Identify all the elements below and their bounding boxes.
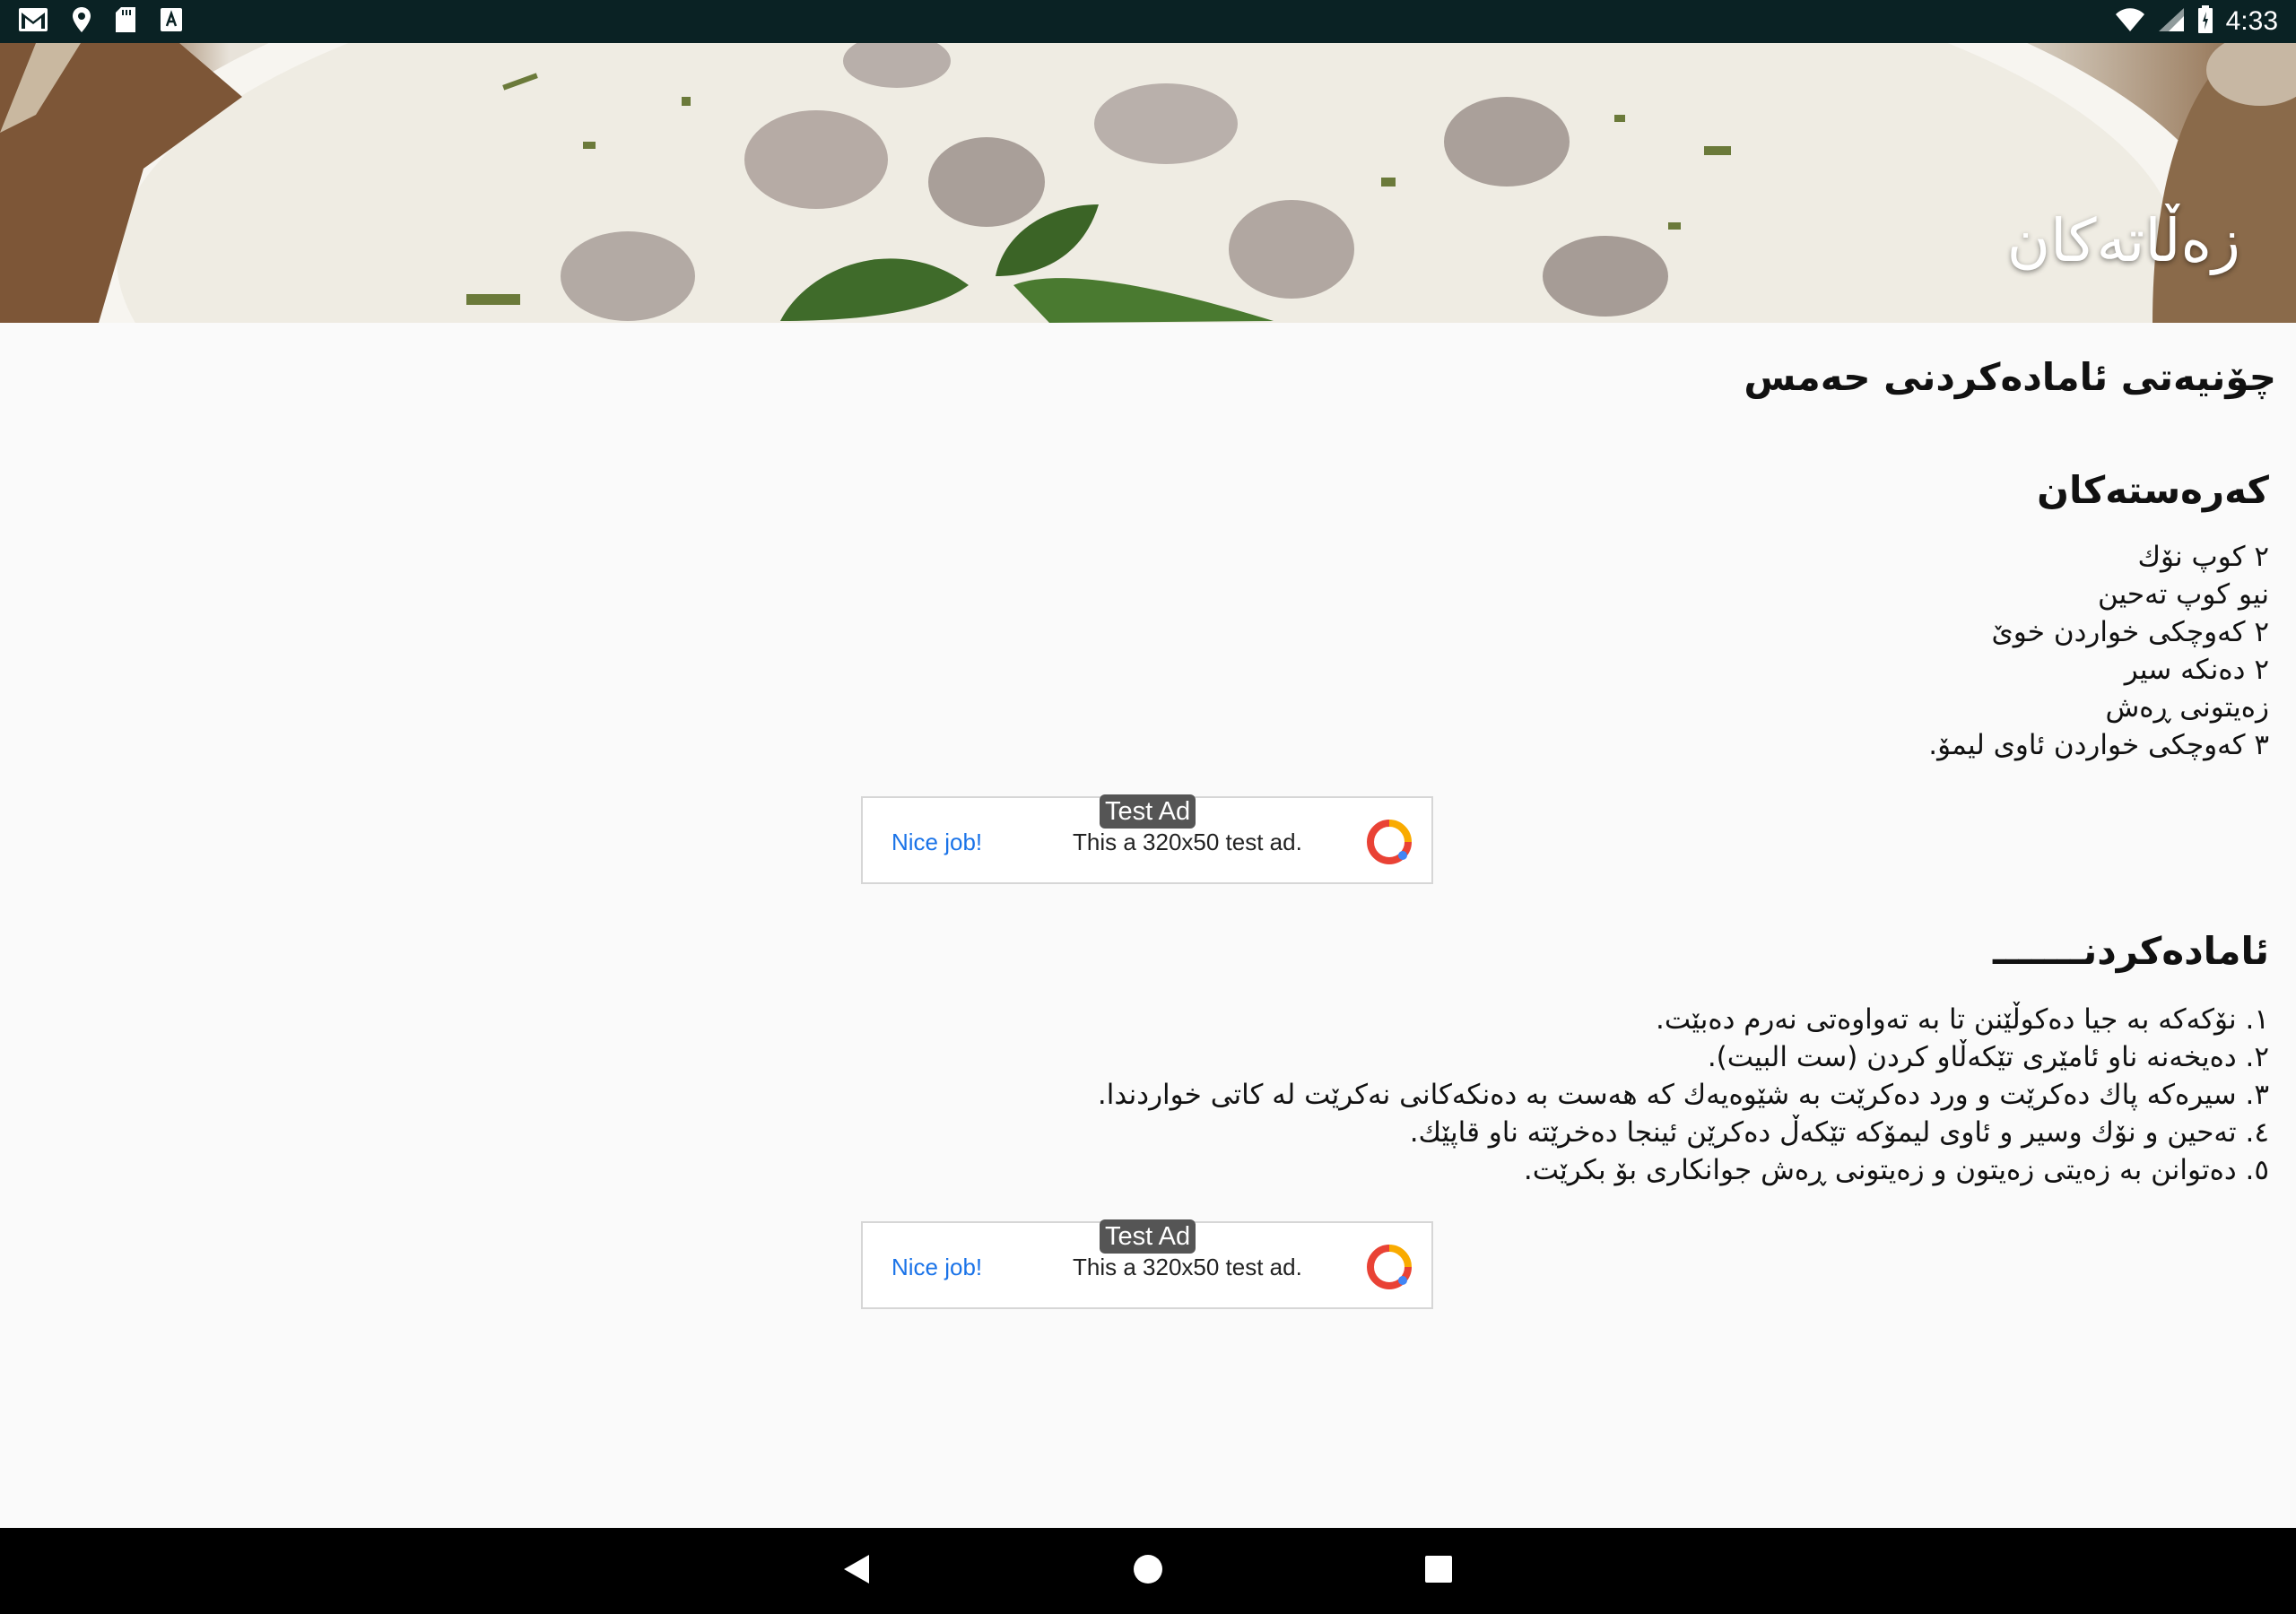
ingredient-item: ٣ کەوچکی خواردن ئاوی لیمۆ. (1928, 729, 2269, 761)
ingredient-item: ٢ دەنکە سیر (2124, 654, 2269, 686)
test-ad-badge: Test Ad (1100, 1219, 1196, 1254)
test-ad-banner[interactable]: Test Ad Nice job! This a 320x50 test ad. (861, 1219, 1433, 1309)
test-ad-badge: Test Ad (1100, 794, 1196, 829)
sd-card-icon (115, 6, 136, 37)
ingredient-item: نیو کوپ تەحین (2097, 578, 2269, 611)
maps-pin-icon (72, 6, 91, 37)
preparation-step: ٤. تەحین و نۆك وسیر و ئاوی لیمۆکە تێکەڵ … (1409, 1116, 2269, 1149)
gmail-icon (18, 7, 48, 36)
navigation-bar (0, 1528, 2296, 1614)
ad-cta-text[interactable]: Nice job! (891, 1254, 982, 1281)
ingredient-item: ٢ کەوچکی خواردن خوێ (1991, 616, 2269, 648)
preparation-step: ٢. دەیخەنە ناو ئامێری تێکەڵاو کردن (ست ا… (1707, 1041, 2269, 1073)
preparation-step: ٣. سیرەکە پاك دەکرێت و ورد دەکرێت بە شێو… (1097, 1079, 2269, 1111)
ingredient-item: زەیتونی ڕەش (2105, 691, 2269, 724)
status-bar: 4:33 (0, 0, 2296, 43)
header-banner: زەڵاتەکان (0, 43, 2296, 323)
preparation-heading: ئامادەکردنـــــــ (1992, 929, 2269, 973)
ad-body-text: This a 320x50 test ad. (1073, 1254, 1302, 1280)
ad-logo-icon (1367, 1245, 1412, 1293)
home-button[interactable] (1105, 1528, 1191, 1614)
ingredient-item: ٢ کوپ نۆك (2137, 541, 2269, 573)
recents-icon (1424, 1555, 1453, 1587)
preparation-step: ١. نۆکەکە بە جیا دەکوڵێنن تا بە تەواوەتی… (1656, 1003, 2269, 1036)
ad-cta-text[interactable]: Nice job! (891, 829, 982, 856)
a-badge-icon (160, 7, 183, 36)
back-button[interactable] (814, 1528, 900, 1614)
wifi-icon (2115, 7, 2145, 36)
recents-button[interactable] (1396, 1528, 1482, 1614)
ad-body-text: This a 320x50 test ad. (1073, 829, 1302, 855)
preparation-step: ٥. دەتوانن بە زەیتی زەیتون و زەیتونی ڕەش… (1523, 1154, 2269, 1186)
battery-icon (2197, 5, 2213, 38)
ingredients-heading: کەرەستەکان (2037, 468, 2269, 512)
home-icon (1132, 1553, 1164, 1589)
recipe-title: چۆنیەتی ئامادەکردنی حەمس (1744, 355, 2276, 399)
ad-logo-icon (1367, 820, 1412, 868)
status-notifications (18, 5, 183, 38)
header-title: زەڵاتەکان (2006, 206, 2240, 275)
status-system-icons: 4:33 (2115, 5, 2278, 38)
header-food-image (0, 43, 2296, 323)
status-time: 4:33 (2225, 6, 2278, 36)
signal-icon (2158, 7, 2185, 36)
back-icon (842, 1553, 873, 1589)
test-ad-banner[interactable]: Test Ad Nice job! This a 320x50 test ad. (861, 794, 1433, 884)
